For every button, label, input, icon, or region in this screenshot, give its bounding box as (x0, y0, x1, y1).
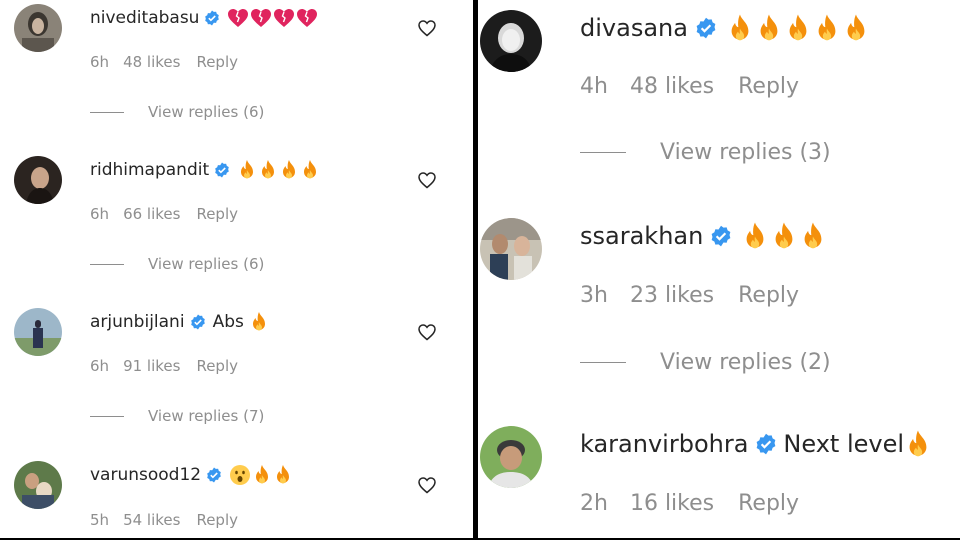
view-replies-label: View replies (2) (660, 350, 831, 375)
divider (90, 263, 124, 265)
comment-body: Abs (212, 312, 244, 332)
left-comments-panel: niveditabasu 6h 48 likes Reply View repl… (0, 0, 473, 538)
avatar[interactable] (14, 4, 62, 52)
reply-button[interactable]: Reply (196, 205, 238, 223)
heart-outline-icon[interactable] (418, 324, 436, 345)
fire-emoji-icon (273, 464, 293, 486)
likes-count[interactable]: 66 likes (123, 205, 180, 223)
fire-emoji-icon (842, 13, 870, 44)
reply-button[interactable]: Reply (738, 491, 799, 516)
reply-button[interactable]: Reply (738, 283, 799, 308)
comment-text (229, 464, 294, 486)
fire-emoji-icon (258, 159, 278, 181)
reply-button[interactable]: Reply (196, 511, 238, 529)
heart-outline-icon[interactable] (418, 477, 436, 498)
fire-emoji-icon (279, 159, 299, 181)
reply-button[interactable]: Reply (738, 74, 799, 99)
username[interactable]: divasana (580, 14, 688, 42)
view-replies-button[interactable]: View replies (6) (90, 255, 264, 273)
fire-emoji-icon (813, 13, 841, 44)
verified-badge-icon (214, 162, 230, 178)
divider (580, 152, 626, 153)
fire-emoji-icon (784, 13, 812, 44)
fire-emoji-icon (770, 221, 798, 252)
view-replies-button[interactable]: View replies (6) (90, 103, 264, 121)
likes-count[interactable]: 54 likes (123, 511, 180, 529)
verified-badge-icon (710, 225, 732, 247)
divider (580, 362, 626, 363)
comment-time: 4h (580, 74, 608, 99)
username[interactable]: karanvirbohra (580, 430, 748, 458)
avatar[interactable] (14, 461, 62, 509)
divider (90, 111, 124, 113)
heart-emoji-icon (227, 8, 249, 28)
fire-emoji-icon (741, 221, 769, 252)
heart-outline-icon[interactable] (418, 20, 436, 41)
view-replies-button[interactable]: View replies (2) (580, 350, 831, 375)
likes-count[interactable]: 91 likes (123, 357, 180, 375)
comment-text: Next level (783, 429, 933, 460)
view-replies-button[interactable]: View replies (7) (90, 407, 264, 425)
fire-emoji-icon (237, 159, 257, 181)
reply-button[interactable]: Reply (196, 53, 238, 71)
fire-emoji-icon (799, 221, 827, 252)
reply-button[interactable]: Reply (196, 357, 238, 375)
verified-badge-icon (755, 433, 777, 455)
view-replies-label: View replies (6) (148, 103, 265, 121)
avatar[interactable] (14, 308, 62, 356)
comment-body: Next level (783, 430, 905, 458)
view-replies-button[interactable]: View replies (3) (580, 140, 831, 165)
fire-emoji-icon (300, 159, 320, 181)
fire-emoji-icon (904, 429, 932, 460)
heart-emoji-icon (273, 8, 295, 28)
comment-time: 6h (90, 53, 110, 71)
surprised-face-emoji-icon (229, 464, 251, 486)
view-replies-label: View replies (7) (148, 407, 265, 425)
fire-emoji-icon (726, 13, 754, 44)
username[interactable]: ridhimapandit (90, 160, 209, 180)
username[interactable]: ssarakhan (580, 222, 703, 250)
comment-text: Abs (213, 311, 270, 333)
likes-count[interactable]: 23 likes (630, 283, 714, 308)
fire-emoji-icon (755, 13, 783, 44)
comment-time: 6h (90, 357, 110, 375)
avatar[interactable] (480, 10, 542, 72)
likes-count[interactable]: 48 likes (630, 74, 714, 99)
view-replies-label: View replies (6) (148, 255, 265, 273)
likes-count[interactable]: 16 likes (630, 491, 714, 516)
fire-emoji-icon (249, 311, 269, 333)
comment-text (227, 8, 319, 28)
avatar[interactable] (480, 218, 542, 280)
verified-badge-icon (206, 467, 222, 483)
view-replies-label: View replies (3) (660, 140, 831, 165)
heart-emoji-icon (296, 8, 318, 28)
right-comments-panel: divasana 4h 48 likes Reply View replies … (478, 0, 960, 538)
avatar[interactable] (14, 156, 62, 204)
avatar[interactable] (480, 426, 542, 488)
fire-emoji-icon (252, 464, 272, 486)
username[interactable]: arjunbijlani (90, 312, 185, 332)
comment-time: 6h (90, 205, 110, 223)
comment-time: 3h (580, 283, 608, 308)
heart-emoji-icon (250, 8, 272, 28)
comment-time: 2h (580, 491, 608, 516)
verified-badge-icon (695, 17, 717, 39)
comment-text (741, 221, 828, 252)
comment-text (726, 13, 871, 44)
username[interactable]: varunsood12 (90, 465, 201, 485)
heart-outline-icon[interactable] (418, 172, 436, 193)
comment-time: 5h (90, 511, 110, 529)
verified-badge-icon (190, 314, 206, 330)
verified-badge-icon (204, 10, 220, 26)
username[interactable]: niveditabasu (90, 8, 199, 28)
divider (90, 415, 124, 417)
likes-count[interactable]: 48 likes (123, 53, 180, 71)
comment-text (237, 159, 321, 181)
